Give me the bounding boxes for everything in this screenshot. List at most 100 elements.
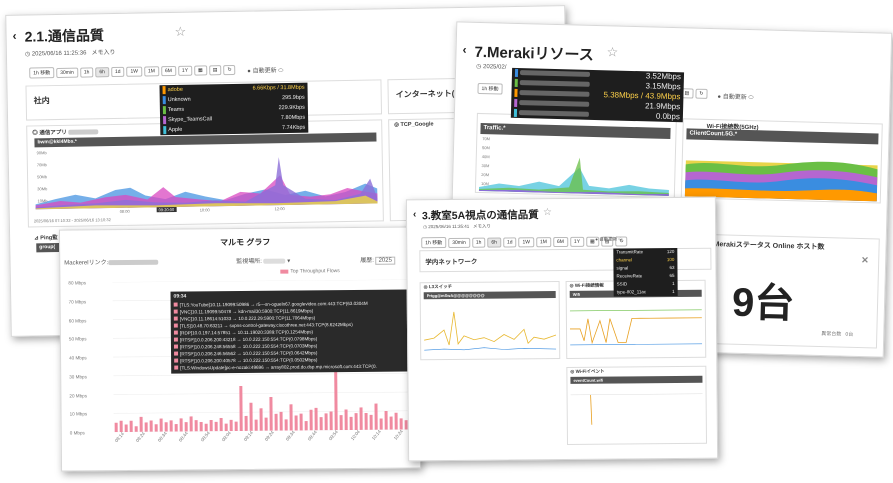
auto-refresh[interactable]: ● 自動更新 ⬭ bbox=[247, 65, 283, 76]
toolbar-button[interactable]: 1h bbox=[79, 66, 94, 78]
bar[interactable] bbox=[169, 420, 173, 432]
bar[interactable] bbox=[269, 396, 273, 431]
bar[interactable] bbox=[304, 421, 308, 431]
toolbar-button[interactable]: 1W bbox=[126, 66, 143, 77]
app-tooltip: adobe 6.66Kbps / 31.8Mbps Unknown 295.9bps T… bbox=[159, 82, 309, 136]
auto-refresh[interactable]: ● 自動更新 ⬭ bbox=[717, 91, 753, 102]
bar[interactable] bbox=[294, 415, 298, 431]
bar[interactable] bbox=[349, 416, 353, 431]
toolbar-button[interactable]: 6h bbox=[95, 66, 110, 77]
bar[interactable] bbox=[364, 413, 368, 430]
wifi-info-chart bbox=[569, 309, 703, 346]
toolbar-button[interactable]: 1h bbox=[471, 237, 486, 248]
bar[interactable] bbox=[229, 419, 233, 432]
bar[interactable] bbox=[314, 407, 318, 431]
bar[interactable] bbox=[344, 409, 348, 431]
bar[interactable] bbox=[264, 417, 268, 431]
bar[interactable] bbox=[124, 424, 128, 433]
bar[interactable] bbox=[274, 413, 278, 431]
bar[interactable] bbox=[174, 424, 178, 432]
refresh-icon[interactable]: ↻ bbox=[695, 88, 708, 99]
x-tick: 09:54 bbox=[328, 429, 340, 442]
bar[interactable] bbox=[234, 421, 238, 432]
bar[interactable] bbox=[114, 422, 118, 433]
toolbar-button[interactable]: 1Y bbox=[177, 65, 193, 76]
bar[interactable] bbox=[309, 409, 313, 431]
toolbar-button[interactable]: 1h 移動 bbox=[29, 67, 55, 79]
bar[interactable] bbox=[289, 404, 293, 431]
bar[interactable] bbox=[209, 419, 213, 432]
x-tick: 08:54 bbox=[199, 430, 211, 443]
bar[interactable] bbox=[199, 421, 203, 432]
toolbar-button[interactable]: 1h 移動 bbox=[477, 82, 503, 95]
toolbar-button[interactable]: 1W bbox=[518, 236, 535, 247]
x-tick: 09:44 bbox=[306, 429, 318, 442]
redacted-name bbox=[519, 90, 590, 97]
bar[interactable] bbox=[374, 403, 378, 430]
bar[interactable] bbox=[154, 424, 158, 432]
series-name: adobe bbox=[167, 86, 183, 94]
bar[interactable] bbox=[189, 416, 193, 432]
comment-icon[interactable]: ▤ bbox=[208, 64, 222, 75]
bar[interactable] bbox=[239, 385, 243, 432]
y-tick: 50 Mbps bbox=[68, 336, 87, 342]
toolbar-button[interactable]: 1d bbox=[502, 236, 517, 248]
metric-value: 65 bbox=[669, 273, 675, 279]
bar[interactable] bbox=[134, 426, 138, 432]
bar[interactable] bbox=[284, 419, 288, 431]
back-chevron-icon[interactable]: ‹ bbox=[462, 43, 466, 57]
bar[interactable] bbox=[339, 415, 343, 431]
toolbar-button[interactable]: 6h bbox=[487, 237, 501, 248]
bar[interactable] bbox=[299, 413, 303, 431]
series-max: 43.9Mbps bbox=[645, 91, 681, 102]
series-value: 5.38Mbps bbox=[603, 90, 639, 101]
back-chevron-icon[interactable]: ‹ bbox=[12, 29, 16, 43]
x-tick: 09:04 bbox=[220, 430, 233, 443]
toolbar-button[interactable]: 1M bbox=[535, 236, 551, 247]
star-icon[interactable]: ☆ bbox=[606, 44, 618, 60]
bar[interactable] bbox=[384, 410, 388, 430]
bar[interactable] bbox=[379, 418, 383, 430]
toolbar-button[interactable]: 1M bbox=[143, 65, 160, 76]
bar[interactable] bbox=[324, 413, 328, 431]
toolbar-button[interactable]: 1Y bbox=[569, 236, 585, 247]
bar[interactable] bbox=[194, 420, 198, 432]
bar[interactable] bbox=[249, 402, 253, 431]
bar[interactable] bbox=[244, 415, 248, 431]
bar[interactable] bbox=[149, 420, 153, 432]
toolbar: 1h 移動 bbox=[477, 82, 503, 95]
bar[interactable] bbox=[389, 416, 393, 430]
refresh-icon[interactable]: ↻ bbox=[223, 64, 236, 75]
toolbar-button[interactable]: 6M bbox=[552, 236, 568, 247]
bar[interactable] bbox=[144, 422, 148, 432]
series-value: 21.9Mbps bbox=[644, 101, 681, 112]
bar[interactable] bbox=[279, 411, 283, 431]
bar[interactable] bbox=[179, 418, 183, 432]
toolbar-button[interactable]: 1h 移動 bbox=[421, 237, 447, 249]
metric-name: ReceiveRate bbox=[616, 273, 643, 279]
bar[interactable] bbox=[354, 413, 358, 431]
toolbar-button[interactable]: 1d bbox=[110, 66, 125, 77]
flows-tooltip: 09:34 [TLS:YouTube]10.11.19099:50986 → r… bbox=[170, 289, 422, 374]
bar[interactable] bbox=[259, 408, 263, 431]
bar[interactable] bbox=[359, 407, 363, 430]
toolbar-button[interactable]: 30min bbox=[448, 237, 470, 248]
toolbar-button[interactable]: 6M bbox=[160, 65, 176, 76]
toolbar-button[interactable]: 30min bbox=[56, 67, 78, 78]
bar[interactable] bbox=[219, 418, 223, 432]
back-chevron-icon[interactable]: ‹ bbox=[413, 209, 416, 220]
bar[interactable] bbox=[329, 411, 333, 431]
y-tick: 70Mb bbox=[36, 162, 47, 168]
bar[interactable] bbox=[214, 421, 218, 432]
bar[interactable] bbox=[394, 412, 398, 430]
calendar-icon[interactable]: ▦ bbox=[193, 64, 207, 76]
star-icon[interactable]: ☆ bbox=[543, 207, 552, 218]
bar[interactable] bbox=[129, 420, 133, 432]
bar[interactable] bbox=[369, 414, 373, 430]
auto-refresh[interactable]: ● 自動更新 ⬭ bbox=[595, 236, 622, 242]
bar[interactable] bbox=[319, 417, 323, 431]
bar[interactable] bbox=[254, 419, 258, 431]
bar[interactable] bbox=[159, 418, 163, 432]
star-icon[interactable]: ☆ bbox=[174, 24, 186, 40]
close-icon[interactable]: ✕ bbox=[861, 255, 869, 266]
